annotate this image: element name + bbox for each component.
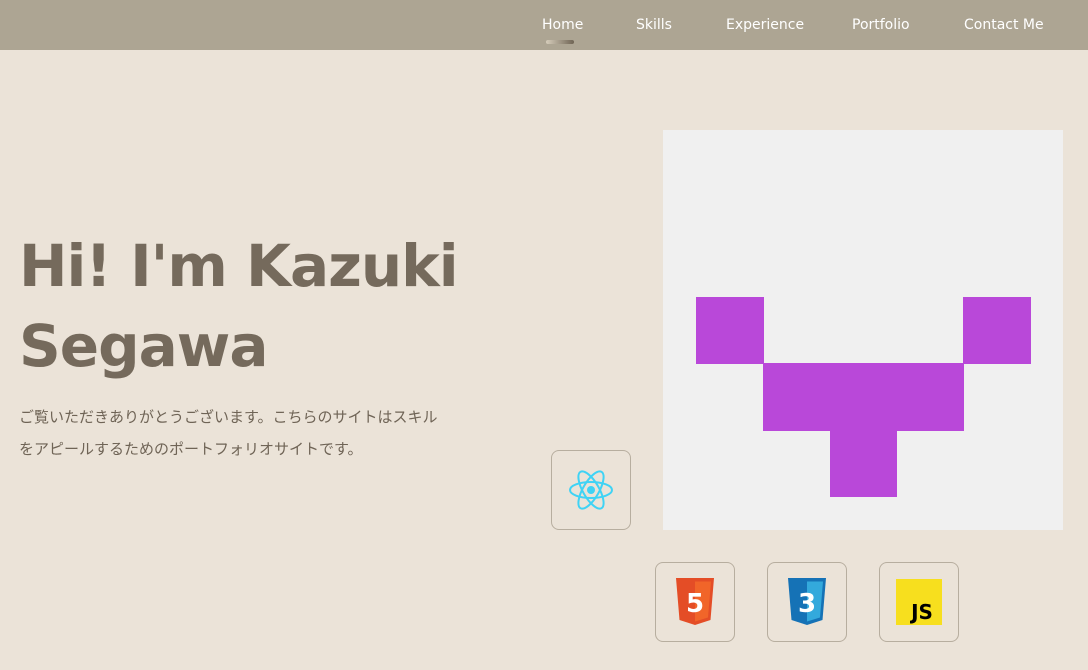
- avatar-identicon: [663, 130, 1063, 530]
- active-nav-indicator: [546, 40, 574, 44]
- nav-link-skills[interactable]: Skills: [636, 0, 672, 50]
- nav-link-portfolio[interactable]: Portfolio: [852, 0, 910, 50]
- skill-card-css3[interactable]: 3: [767, 562, 847, 642]
- skill-card-html5[interactable]: 5: [655, 562, 735, 642]
- html5-icon-label: 5: [686, 589, 704, 619]
- css3-icon-label: 3: [798, 589, 816, 619]
- hero-description: ご覧いただきありがとうございます。こちらのサイトはスキルをアピールするためのポー…: [19, 408, 438, 458]
- css3-icon: 3: [788, 578, 826, 625]
- top-navbar: Home Skills Experience Portfolio Contact…: [0, 0, 1088, 50]
- nav-link-experience[interactable]: Experience: [726, 0, 804, 50]
- hero-title: Hi! I'm Kazuki Segawa: [19, 232, 459, 380]
- identicon-icon: [696, 297, 1031, 497]
- nav-link-contact-me[interactable]: Contact Me: [964, 0, 1044, 50]
- react-icon: [569, 470, 613, 510]
- javascript-icon-label: JS: [909, 600, 933, 624]
- skill-card-javascript[interactable]: JS: [879, 562, 959, 642]
- html5-icon: 5: [676, 578, 714, 625]
- javascript-icon: JS: [896, 579, 942, 625]
- skill-card-react[interactable]: [551, 450, 631, 530]
